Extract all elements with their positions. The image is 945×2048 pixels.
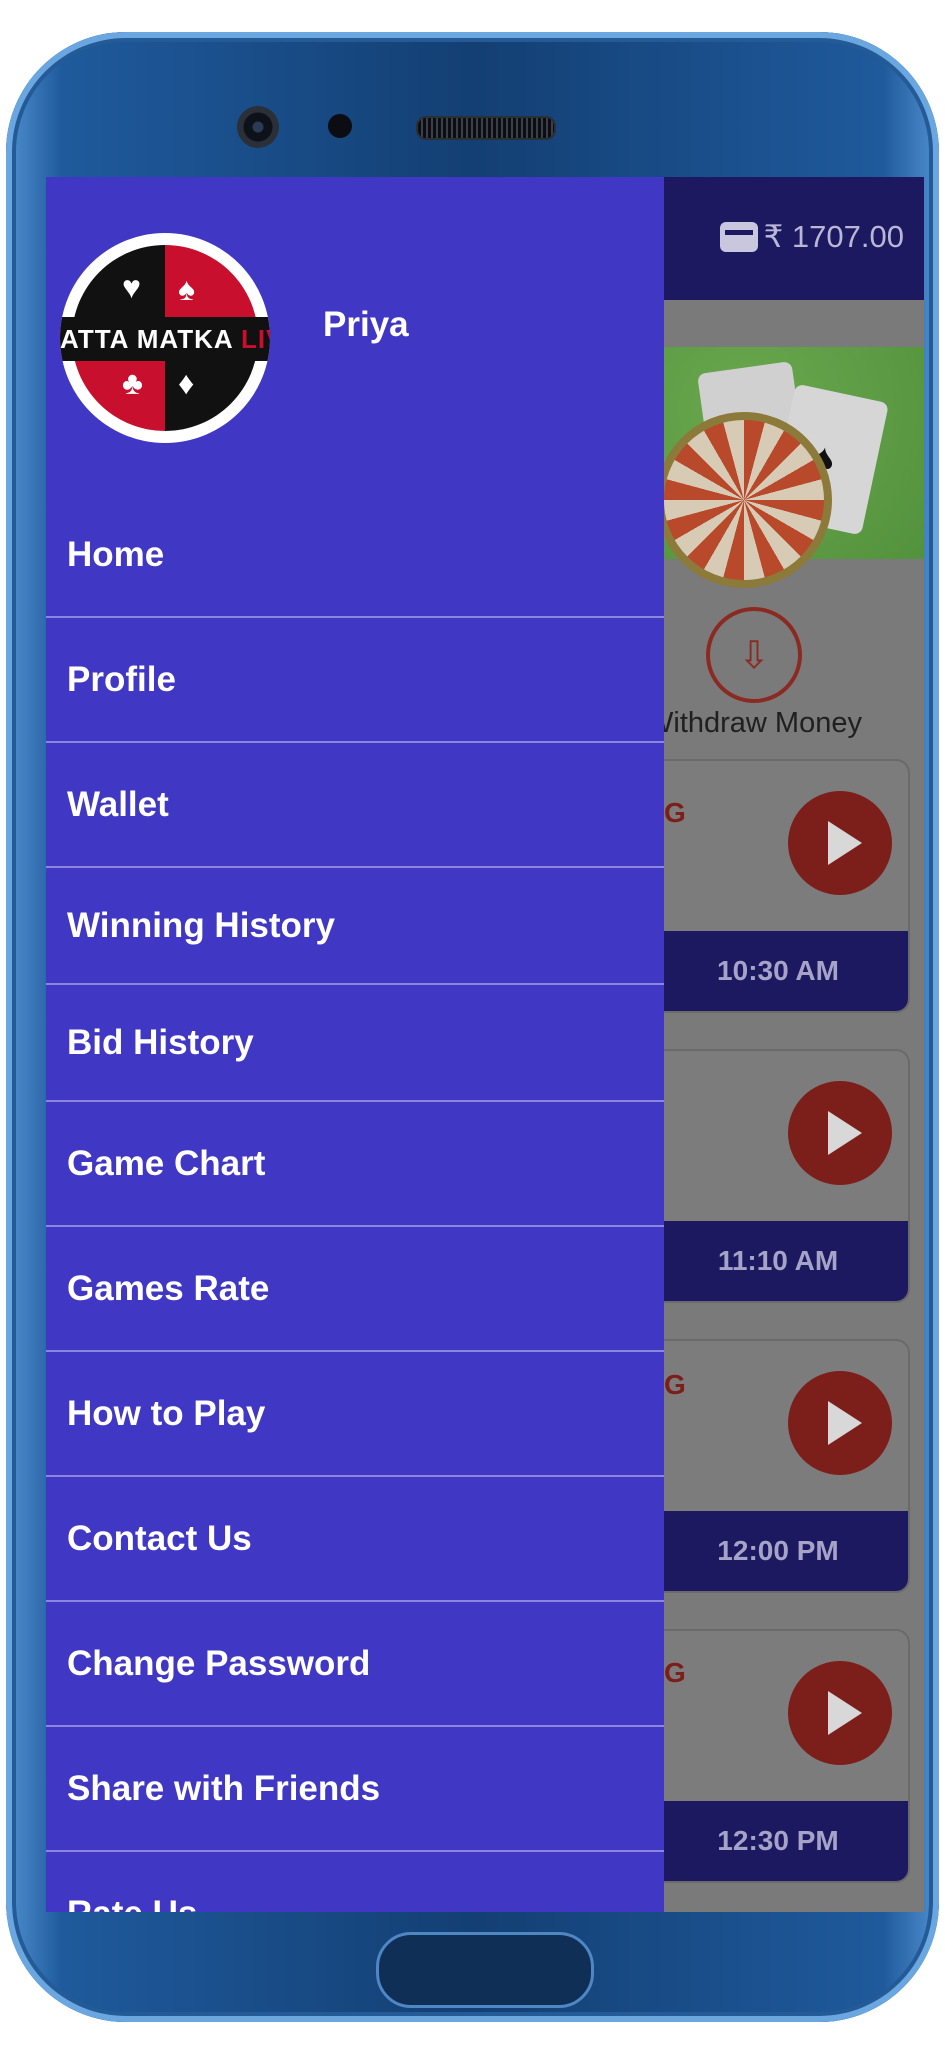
menu-item-bid-history[interactable]: Bid History: [46, 985, 664, 1102]
earpiece-speaker: [416, 116, 556, 140]
download-tray-icon[interactable]: ⇩: [706, 607, 802, 703]
menu-item-how-to-play[interactable]: How to Play: [46, 1352, 664, 1477]
menu-item-winning-history[interactable]: Winning History: [46, 868, 664, 985]
roulette-wheel-image: [656, 412, 832, 588]
diamond-icon: ♦: [178, 365, 195, 401]
menu-item-change-password[interactable]: Change Password: [46, 1602, 664, 1727]
menu-item-wallet[interactable]: Wallet: [46, 743, 664, 868]
drawer-menu: Home Profile Wallet Winning History Bid …: [46, 493, 664, 1912]
menu-item-contact-us[interactable]: Contact Us: [46, 1477, 664, 1602]
menu-item-rate-us[interactable]: Rate Us: [46, 1852, 664, 1913]
play-icon[interactable]: [788, 791, 892, 895]
menu-item-home[interactable]: Home: [46, 493, 664, 618]
wallet-balance-text: ₹ 1707.00: [763, 219, 904, 254]
spade-icon: ♠: [178, 271, 195, 307]
wallet-icon: [719, 222, 758, 252]
withdraw-money-label[interactable]: Withdraw Money: [646, 707, 862, 740]
play-icon[interactable]: [788, 1371, 892, 1475]
game-title-fragment: G: [664, 797, 686, 828]
game-title-fragment: G: [664, 1657, 686, 1688]
wallet-balance[interactable]: ₹ 1707.00: [719, 219, 904, 255]
logo-text-main: ATTA MATKA: [60, 324, 233, 354]
user-name: Priya: [323, 305, 409, 344]
app-logo: ♥ ♠ ♣ ♦ ATTA MATKA LIV: [60, 233, 270, 443]
front-camera: [237, 106, 279, 148]
proximity-sensor: [328, 114, 352, 138]
play-icon[interactable]: [788, 1661, 892, 1765]
club-icon: ♣: [122, 365, 143, 401]
menu-item-share-with-friends[interactable]: Share with Friends: [46, 1727, 664, 1852]
play-icon[interactable]: [788, 1081, 892, 1185]
phone-frame: ₹ 1707.00 ♠ ♠ ⇩ Withdraw Money 10:30 AM …: [6, 32, 939, 2022]
logo-text-accent: LIV: [240, 324, 270, 354]
heart-icon: ♥: [122, 269, 141, 305]
game-title-fragment: G: [664, 1369, 686, 1400]
menu-item-game-chart[interactable]: Game Chart: [46, 1102, 664, 1227]
logo-text: ATTA MATKA LIV: [60, 317, 270, 361]
home-button[interactable]: [376, 1932, 594, 2008]
screen: ₹ 1707.00 ♠ ♠ ⇩ Withdraw Money 10:30 AM …: [46, 177, 924, 1912]
navigation-drawer: ♥ ♠ ♣ ♦ ATTA MATKA LIV Priya Home Profil…: [46, 177, 664, 1912]
menu-item-profile[interactable]: Profile: [46, 618, 664, 743]
menu-item-games-rate[interactable]: Games Rate: [46, 1227, 664, 1352]
